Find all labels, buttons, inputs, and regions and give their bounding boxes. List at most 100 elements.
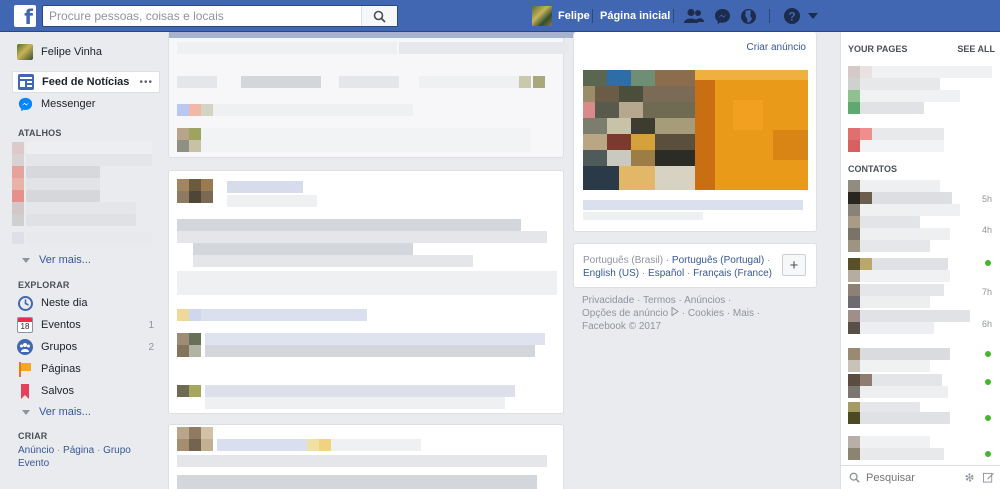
contact-item[interactable] — [860, 240, 930, 252]
shortcut-thumb[interactable] — [12, 154, 24, 166]
shortcut-item[interactable] — [26, 142, 152, 154]
gear-icon[interactable] — [964, 472, 975, 483]
friend-requests-icon[interactable] — [684, 6, 704, 26]
footer-link[interactable]: Privacidade — [582, 295, 634, 306]
messenger-icon[interactable] — [712, 6, 732, 26]
contact-item[interactable] — [860, 386, 948, 398]
create-ad-link[interactable]: Anúncio — [18, 445, 54, 456]
contact-avatar[interactable] — [848, 296, 860, 308]
page-thumb[interactable] — [848, 78, 860, 90]
home-link[interactable]: Página inicial — [600, 0, 670, 32]
shortcut-item[interactable] — [26, 154, 152, 166]
contact-avatar[interactable] — [848, 228, 860, 240]
shortcut-item[interactable] — [26, 190, 100, 202]
contact-item[interactable] — [860, 216, 920, 228]
contact-item[interactable] — [860, 360, 930, 372]
contact-item[interactable] — [860, 322, 934, 334]
shortcut-thumb[interactable] — [12, 142, 24, 154]
search-input[interactable] — [43, 6, 363, 26]
facebook-logo[interactable]: f — [14, 5, 36, 27]
feed-post[interactable] — [168, 424, 564, 489]
shortcut-thumb[interactable] — [12, 202, 24, 214]
contact-item[interactable] — [872, 258, 948, 270]
contact-avatar[interactable] — [848, 258, 860, 270]
shortcut-item[interactable] — [26, 166, 100, 178]
see-all-link[interactable]: SEE ALL — [957, 44, 995, 54]
shortcut-thumb[interactable] — [12, 166, 24, 178]
sidebar-item-groups[interactable]: Grupos 2 — [12, 336, 162, 358]
shortcut-thumb[interactable] — [12, 190, 24, 202]
page-item[interactable] — [860, 90, 960, 102]
contact-avatar[interactable] — [848, 374, 860, 386]
contact-avatar[interactable] — [848, 436, 860, 448]
help-icon[interactable]: ? — [782, 6, 802, 26]
page-thumb[interactable] — [860, 128, 872, 140]
contact-avatar[interactable] — [848, 412, 860, 424]
shortcut-thumb[interactable] — [12, 214, 24, 226]
contact-item[interactable] — [860, 228, 950, 240]
footer-link[interactable]: Mais — [733, 308, 754, 319]
sidebar-item-events[interactable]: 18 Eventos 1 — [12, 314, 162, 336]
sidebar-item-saved[interactable]: Salvos — [12, 380, 162, 402]
notifications-globe-icon[interactable] — [738, 6, 758, 26]
language-link[interactable]: English (US) — [583, 268, 639, 279]
contact-item[interactable] — [872, 374, 942, 386]
sponsored-ad-card[interactable]: Criar anúncio — [573, 32, 817, 232]
contact-item[interactable] — [860, 204, 960, 216]
create-group-link[interactable]: Grupo — [103, 445, 131, 456]
shortcut-item[interactable] — [26, 232, 152, 244]
page-thumb[interactable] — [860, 66, 872, 78]
see-more-shortcuts-link[interactable]: Ver mais... — [22, 254, 91, 266]
page-thumb[interactable] — [848, 128, 860, 140]
page-thumb[interactable] — [848, 90, 860, 102]
contact-item[interactable] — [860, 180, 940, 192]
language-link[interactable]: Português (Portugal) — [672, 255, 764, 266]
chat-search-input[interactable] — [866, 471, 956, 484]
contact-avatar[interactable] — [848, 192, 860, 204]
contact-item[interactable] — [860, 310, 970, 322]
contact-item[interactable] — [860, 296, 930, 308]
contact-avatar[interactable] — [848, 322, 860, 334]
contact-avatar[interactable] — [860, 374, 872, 386]
contact-avatar[interactable] — [848, 240, 860, 252]
contact-avatar[interactable] — [848, 204, 860, 216]
more-options-icon[interactable]: ••• — [139, 77, 153, 88]
contact-item[interactable] — [872, 192, 952, 204]
add-language-button[interactable]: + — [782, 254, 806, 276]
contact-avatar[interactable] — [848, 310, 860, 322]
footer-link[interactable]: Opções de anúncio — [582, 308, 668, 319]
shortcut-item[interactable] — [26, 178, 100, 190]
language-link[interactable]: Español — [648, 268, 684, 279]
ad-image[interactable] — [583, 70, 808, 190]
page-item[interactable] — [860, 140, 944, 152]
account-menu-icon[interactable] — [803, 6, 823, 26]
sidebar-item-on-this-day[interactable]: Neste dia — [12, 292, 162, 314]
footer-link[interactable]: Termos — [643, 295, 676, 306]
shortcut-thumb[interactable] — [12, 232, 24, 244]
page-thumb[interactable] — [848, 140, 860, 152]
contact-avatar[interactable] — [848, 180, 860, 192]
page-item[interactable] — [860, 78, 940, 90]
sidebar-item-pages[interactable]: Páginas — [12, 358, 162, 380]
contact-item[interactable] — [860, 348, 950, 360]
contact-avatar[interactable] — [848, 348, 860, 360]
contact-item[interactable] — [860, 448, 944, 460]
contact-avatar[interactable] — [848, 386, 860, 398]
page-item[interactable] — [872, 128, 944, 140]
page-item[interactable] — [872, 66, 992, 78]
footer-link[interactable]: Anúncios — [684, 295, 725, 306]
page-thumb[interactable] — [848, 102, 860, 114]
contact-item[interactable] — [860, 270, 950, 282]
language-link[interactable]: Français (France) — [693, 268, 772, 279]
contact-avatar[interactable] — [848, 284, 860, 296]
shortcut-thumb[interactable] — [12, 178, 24, 190]
contact-avatar[interactable] — [860, 192, 872, 204]
contact-avatar[interactable] — [848, 360, 860, 372]
search-button[interactable] — [361, 6, 397, 26]
contact-item[interactable] — [860, 284, 944, 296]
contact-item[interactable] — [860, 412, 950, 424]
contact-avatar[interactable] — [860, 258, 872, 270]
compose-message-icon[interactable] — [983, 472, 994, 483]
sidebar-item-news-feed[interactable]: Feed de Notícias ••• — [12, 71, 160, 93]
create-ad-link[interactable]: Criar anúncio — [747, 42, 806, 53]
